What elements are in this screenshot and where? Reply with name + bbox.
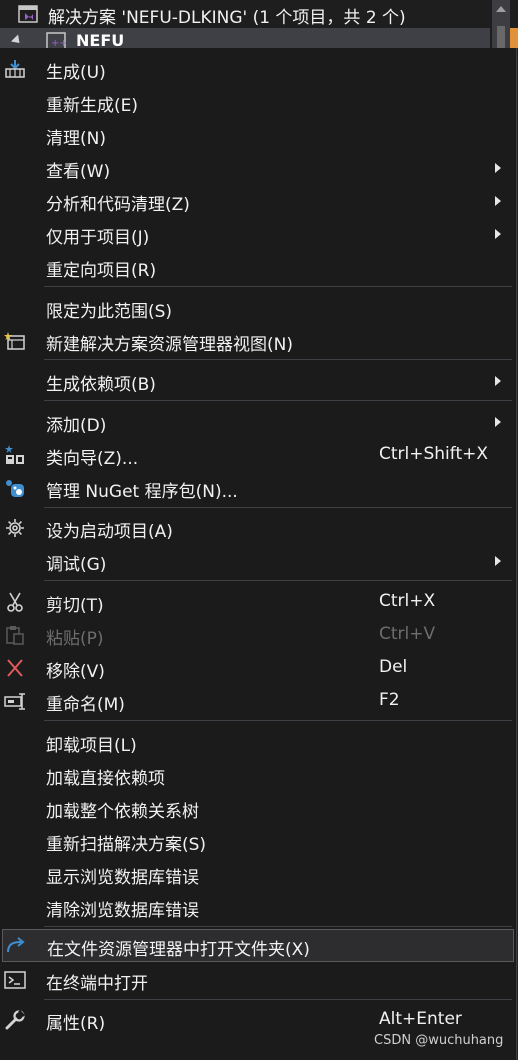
wrench-icon	[4, 1010, 26, 1030]
menu-item-load-direct-deps[interactable]: 加载直接依赖项	[0, 758, 516, 791]
menu-item-rebuild[interactable]: 重新生成(E)	[0, 85, 516, 118]
menu-item-scope[interactable]: 限定为此范围(S)	[0, 291, 516, 324]
open-folder-arrow-icon	[5, 936, 27, 956]
menu-separator	[44, 720, 512, 721]
context-menu: 生成(U) 重新生成(E) 清理(N) 查看(W) 分析和代码清理(Z) 仅用于…	[0, 48, 517, 1060]
menu-item-manage-nuget[interactable]: 管理 NuGet 程序包(N)...	[0, 471, 516, 504]
solution-node[interactable]: 解决方案 'NEFU-DLKING' (1 个项目，共 2 个)	[0, 0, 490, 28]
solution-icon	[18, 5, 38, 23]
menu-item-rename[interactable]: 重命名(M) F2	[0, 684, 516, 717]
side-strip	[510, 28, 518, 48]
submenu-arrow-icon	[495, 556, 501, 566]
menu-item-remove[interactable]: 移除(V) Del	[0, 651, 516, 684]
menu-item-retarget[interactable]: 重定向项目(R)	[0, 250, 516, 283]
menu-item-add[interactable]: 添加(D)	[0, 405, 516, 438]
menu-item-class-wizard[interactable]: 类向导(Z)... Ctrl+Shift+X	[0, 438, 516, 471]
gear-icon	[4, 518, 26, 538]
menu-item-clean[interactable]: 清理(N)	[0, 118, 516, 151]
menu-item-view[interactable]: 查看(W)	[0, 151, 516, 184]
nuget-icon	[4, 478, 26, 498]
remove-x-icon	[4, 658, 26, 678]
submenu-arrow-icon	[495, 163, 501, 173]
menu-separator	[44, 999, 512, 1000]
menu-separator	[44, 286, 512, 287]
scissors-icon	[4, 592, 26, 612]
class-wizard-icon	[4, 445, 26, 465]
menu-item-show-browse-errors[interactable]: 显示浏览数据库错误	[0, 857, 516, 890]
menu-item-cut[interactable]: 剪切(T) Ctrl+X	[0, 585, 516, 618]
menu-item-build[interactable]: 生成(U)	[0, 52, 516, 85]
menu-item-debug[interactable]: 调试(G)	[0, 544, 516, 577]
menu-item-open-in-terminal[interactable]: 在终端中打开	[0, 963, 516, 996]
menu-item-clear-browse-errors[interactable]: 清除浏览数据库错误	[0, 890, 516, 923]
rename-icon	[4, 691, 26, 711]
menu-item-unload-project[interactable]: 卸载项目(L)	[0, 725, 516, 758]
menu-item-open-in-explorer[interactable]: 在文件资源管理器中打开文件夹(X)	[2, 929, 514, 962]
menu-item-properties[interactable]: 属性(R) Alt+Enter	[0, 1003, 516, 1036]
menu-item-new-view[interactable]: 新建解决方案资源管理器视图(N)	[0, 324, 516, 357]
expand-triangle-icon[interactable]	[10, 34, 24, 47]
menu-separator	[44, 359, 512, 360]
submenu-arrow-icon	[495, 376, 501, 386]
submenu-arrow-icon	[495, 417, 501, 427]
menu-item-rescan-solution[interactable]: 重新扫描解决方案(S)	[0, 824, 516, 857]
menu-item-analyze[interactable]: 分析和代码清理(Z)	[0, 184, 516, 217]
new-view-icon	[4, 331, 26, 351]
menu-separator	[44, 926, 512, 927]
terminal-icon	[4, 970, 26, 990]
menu-item-load-dep-tree[interactable]: 加载整个依赖关系树	[0, 791, 516, 824]
menu-separator	[44, 400, 512, 401]
watermark: CSDN @wuchuhang	[374, 1033, 504, 1048]
solution-label: 解决方案 'NEFU-DLKING' (1 个项目，共 2 个)	[48, 8, 406, 28]
menu-separator	[44, 580, 512, 581]
build-icon	[4, 59, 26, 79]
menu-item-project-only[interactable]: 仅用于项目(J)	[0, 217, 516, 250]
menu-item-build-dependencies[interactable]: 生成依赖项(B)	[0, 364, 516, 397]
menu-separator	[44, 507, 512, 508]
menu-item-paste[interactable]: 粘贴(P) Ctrl+V	[0, 618, 516, 651]
menu-item-set-startup[interactable]: 设为启动项目(A)	[0, 511, 516, 544]
submenu-arrow-icon	[495, 196, 501, 206]
scroll-up-icon[interactable]	[496, 6, 506, 12]
submenu-arrow-icon	[495, 229, 501, 239]
paste-icon	[4, 625, 26, 645]
